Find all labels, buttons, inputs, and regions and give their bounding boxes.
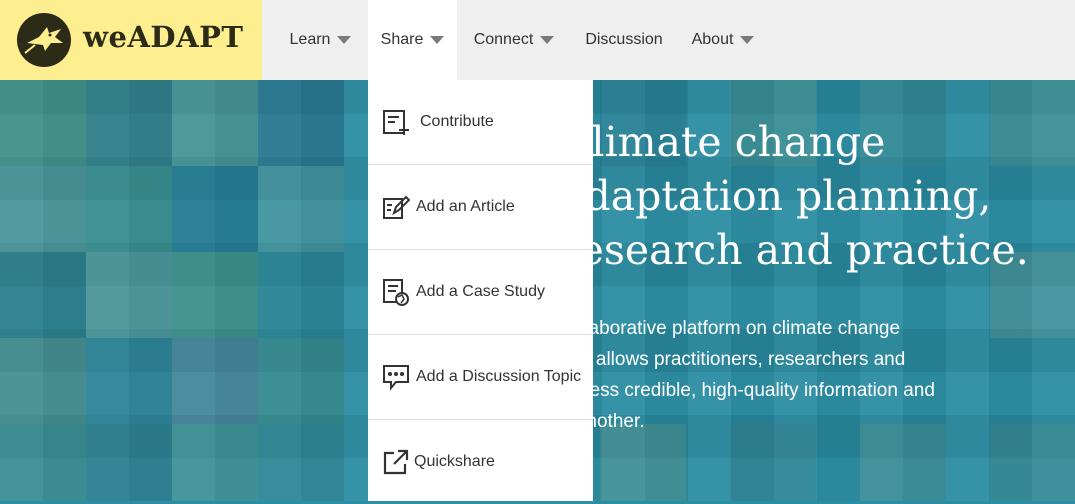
nav-item-about[interactable]: About (683, 0, 763, 80)
photo-tile (86, 166, 172, 252)
menu-item-label: Add a Case Study (416, 283, 545, 300)
external-link-icon (382, 448, 410, 476)
chevron-down-icon (740, 36, 755, 44)
photo-tile (258, 424, 344, 501)
photo-tile (172, 252, 258, 338)
top-navigation-bar: weADAPT Learn Share Connect Discussion A… (0, 0, 1075, 80)
nav-item-learn[interactable]: Learn (274, 0, 367, 80)
photo-tile (730, 424, 816, 501)
nav-about-label: About (691, 31, 734, 48)
menu-item-label: Quickshare (414, 453, 495, 470)
photo-tile (86, 338, 172, 424)
photo-tile (172, 338, 258, 424)
photo-tile (0, 338, 86, 424)
menu-item-label: Add a Discussion Topic (416, 368, 582, 385)
menu-item-label: Contribute (420, 113, 494, 130)
hero-description-line-3: access credible, high-quality informatio… (560, 380, 935, 401)
photo-tile (172, 424, 258, 501)
photo-tile (86, 252, 172, 338)
chevron-down-icon (430, 36, 445, 44)
photo-tile (86, 80, 172, 166)
photo-tile (0, 252, 86, 338)
brand-name: weADAPT (83, 20, 244, 54)
photo-tile (258, 166, 344, 252)
menu-item-add-article[interactable]: Add an Article (368, 165, 593, 250)
nav-learn-label: Learn (289, 31, 331, 48)
photo-tile (0, 166, 86, 252)
nav-item-share[interactable]: Share (368, 0, 457, 80)
chevron-down-icon (337, 36, 352, 44)
photo-tile (990, 80, 1075, 166)
menu-item-add-discussion-topic[interactable]: Add a Discussion Topic (368, 335, 593, 420)
photo-tile (0, 80, 86, 166)
photo-tile (258, 252, 344, 338)
chevron-down-icon (540, 36, 555, 44)
hero-headline-line-1: Climate change (560, 118, 886, 166)
nav-share-label: Share (380, 31, 424, 48)
brand-logo-link[interactable]: weADAPT (0, 0, 262, 80)
menu-item-quickshare[interactable]: Quickshare (368, 420, 593, 504)
nav-connect-label: Connect (473, 31, 534, 48)
menu-item-label: Add an Article (416, 198, 515, 215)
photo-tile (172, 166, 258, 252)
case-study-icon (382, 278, 410, 306)
contribute-icon (382, 108, 410, 136)
photo-tile (990, 424, 1075, 501)
nav-item-discussion[interactable]: Discussion (578, 0, 670, 80)
nav-item-connect[interactable]: Connect (464, 0, 564, 80)
weadapt-bird-logo-icon (17, 13, 71, 67)
discussion-icon (382, 363, 410, 391)
photo-tile (258, 80, 344, 166)
share-dropdown-menu: Contribute Add an Article Add a Case Stu… (368, 80, 593, 501)
photo-tile (172, 80, 258, 166)
photo-tile (258, 338, 344, 424)
hero-headline-line-2: adaptation planning, (560, 172, 992, 220)
menu-item-add-case-study[interactable]: Add a Case Study (368, 250, 593, 335)
hero-description-line-1: collaborative platform on climate change (560, 318, 901, 339)
photo-tile (860, 424, 946, 501)
hero-description-line-2: s. It allows practitioners, researchers … (560, 349, 906, 370)
menu-item-contribute[interactable]: Contribute (368, 80, 593, 165)
photo-tile (86, 424, 172, 501)
edit-article-icon (382, 193, 411, 221)
hero-headline-line-3: research and practice. (560, 226, 1029, 274)
nav-discussion-label: Discussion (585, 31, 663, 48)
photo-tile (0, 424, 86, 501)
